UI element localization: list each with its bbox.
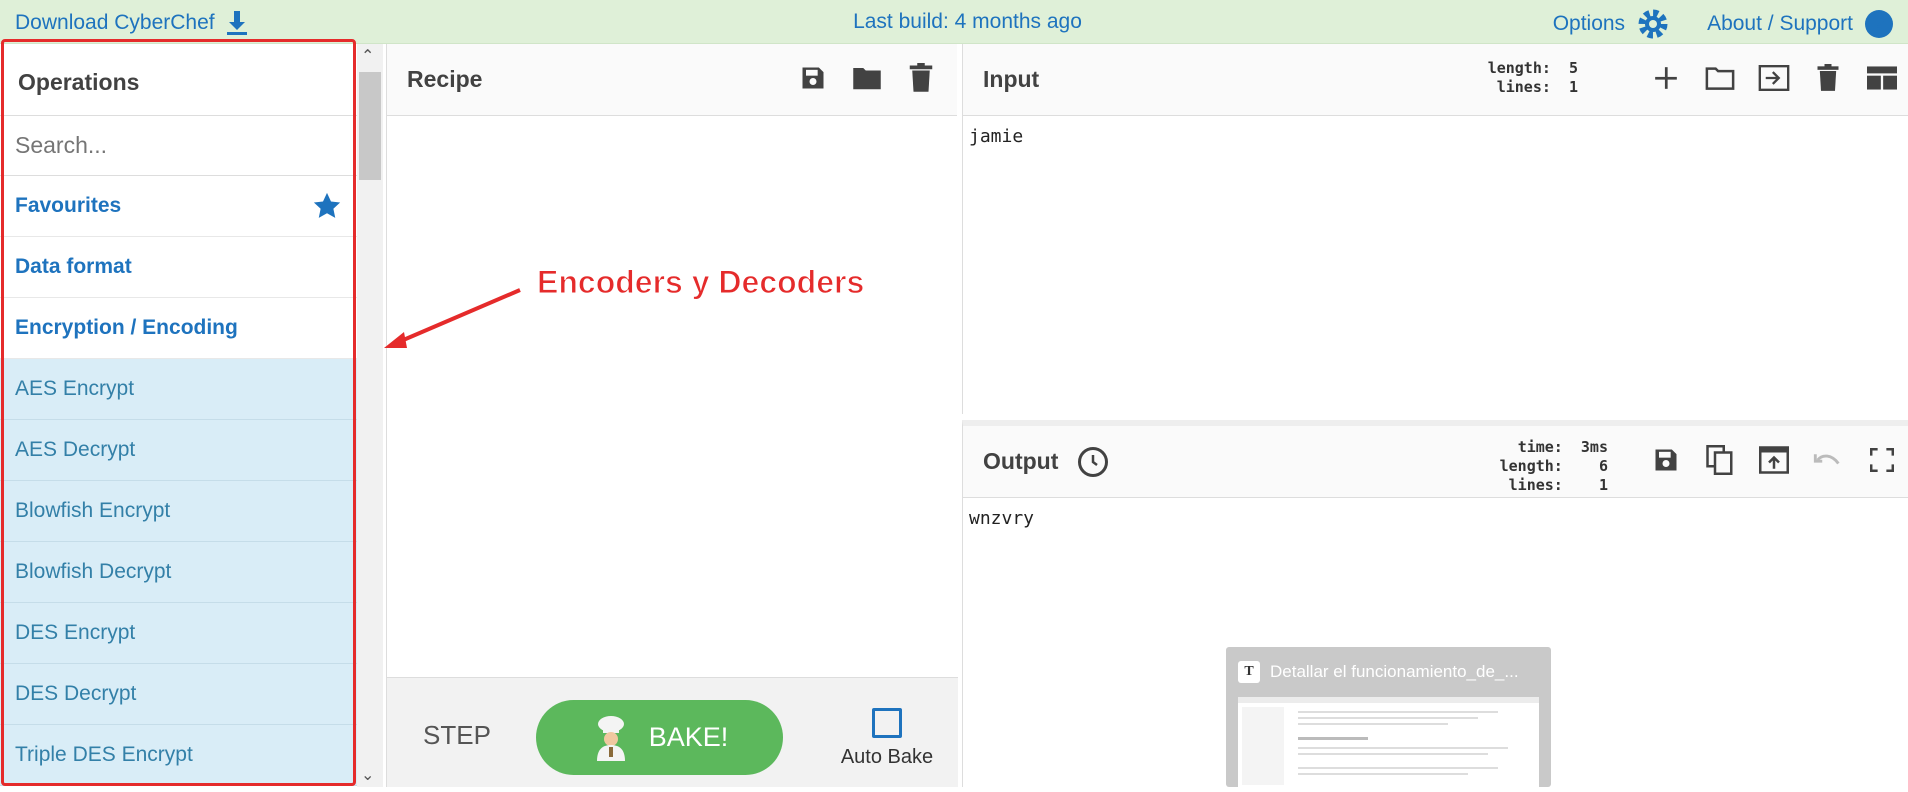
annotation-text: Encoders y Decoders [536, 264, 865, 301]
history-clock-icon[interactable] [1078, 446, 1109, 477]
search-container[interactable] [0, 116, 357, 176]
category-favourites[interactable]: Favourites [0, 176, 357, 237]
last-build-text: Last build: 4 months ago [853, 10, 1082, 33]
operation-label: Blowfish Encrypt [15, 499, 171, 522]
recipe-panel: Recipe STEP BAKE! Auto Bake [386, 44, 958, 787]
star-icon [313, 192, 341, 218]
category-label: Data format [15, 255, 132, 278]
maximize-icon[interactable] [1866, 444, 1898, 476]
search-input[interactable] [15, 132, 315, 159]
input-title: Input [983, 66, 1040, 92]
preview-title: Detallar el funcionamiento_de_... [1270, 662, 1519, 681]
operations-title: Operations [0, 44, 357, 116]
scroll-up-icon[interactable]: ⌃ [361, 46, 374, 66]
operation-item[interactable]: Blowfish Decrypt [0, 542, 357, 603]
time-label: time: [1517, 438, 1563, 456]
auto-bake-label: Auto Bake [840, 746, 934, 768]
taskbar-preview[interactable]: T Detallar el funcionamiento_de_... [1226, 647, 1551, 787]
category-data-format[interactable]: Data format [0, 237, 357, 298]
help-icon[interactable]: ? [1865, 10, 1893, 38]
category-encryption-encoding[interactable]: Encryption / Encoding [0, 298, 357, 359]
lines-label: lines: [1508, 476, 1563, 494]
operation-item[interactable]: Triple DES Encrypt [0, 725, 357, 786]
length-label: length: [1499, 457, 1563, 475]
input-stats: length: 5 lines: 1 [1488, 59, 1578, 97]
preview-image [1238, 697, 1539, 787]
recipe-drop-area[interactable] [387, 116, 957, 722]
trash-icon[interactable] [905, 62, 937, 94]
operation-label: DES Decrypt [15, 682, 137, 705]
auto-bake-checkbox[interactable] [872, 708, 902, 738]
scrollbar-thumb[interactable] [359, 72, 381, 180]
bake-label: BAKE! [648, 722, 729, 752]
recipe-title: Recipe [407, 66, 483, 92]
operations-panel: Operations Favourites Data format Encryp… [0, 44, 357, 787]
operations-scrollbar[interactable]: ⌃ ⌄ [357, 44, 383, 787]
gear-icon[interactable] [1637, 8, 1669, 40]
save-icon[interactable] [1650, 444, 1682, 476]
output-length: 6 [1598, 457, 1608, 475]
about-support-link[interactable]: About / Support [1707, 12, 1853, 36]
operation-item[interactable]: DES Encrypt [0, 603, 357, 664]
typora-icon: T [1238, 661, 1260, 683]
length-label: length: [1487, 59, 1551, 77]
operation-label: DES Encrypt [15, 621, 136, 644]
output-title: Output [983, 448, 1059, 474]
replace-input-icon[interactable] [1758, 444, 1790, 476]
operation-label: Triple DES Encrypt [15, 743, 193, 766]
step-button[interactable]: STEP [423, 720, 491, 751]
auto-bake-toggle[interactable]: Auto Bake [827, 708, 947, 769]
operation-item[interactable]: DES Decrypt [0, 664, 357, 725]
open-folder-icon[interactable] [1704, 62, 1736, 94]
input-length: 5 [1568, 59, 1578, 77]
chef-icon [596, 715, 625, 761]
options-link[interactable]: Options [1553, 12, 1625, 36]
output-lines: 1 [1598, 476, 1608, 494]
bake-button[interactable]: BAKE! [536, 700, 783, 775]
save-icon[interactable] [797, 62, 829, 94]
input-lines: 1 [1568, 78, 1578, 96]
annotation-arrow [384, 288, 521, 348]
folder-icon[interactable] [851, 62, 883, 94]
operation-label: AES Encrypt [15, 377, 135, 400]
lines-label: lines: [1496, 78, 1551, 96]
output-time: 3ms [1580, 438, 1608, 456]
trash-icon[interactable] [1812, 62, 1844, 94]
output-textarea[interactable]: wnzvry [963, 498, 1908, 539]
top-bar: Download CyberChef Last build: 4 months … [0, 0, 1908, 44]
layout-icon[interactable] [1866, 62, 1898, 94]
category-label: Encryption / Encoding [15, 316, 238, 339]
copy-icon[interactable] [1704, 444, 1736, 476]
operation-label: AES Decrypt [15, 438, 136, 461]
category-label: Favourites [15, 194, 122, 217]
scroll-down-icon[interactable]: ⌄ [361, 765, 374, 785]
input-panel: Input length: 5 lines: 1 jamie [962, 44, 1908, 414]
load-file-icon[interactable] [1758, 62, 1790, 94]
operation-item[interactable]: AES Encrypt [0, 359, 357, 420]
operation-item[interactable]: Blowfish Encrypt [0, 481, 357, 542]
add-icon[interactable] [1650, 62, 1682, 94]
operation-item[interactable]: AES Decrypt [0, 420, 357, 481]
bake-controls: STEP BAKE! Auto Bake [387, 677, 958, 787]
input-textarea[interactable]: jamie [963, 116, 1908, 157]
operation-label: Blowfish Decrypt [15, 560, 172, 583]
output-stats: time: 3ms length: 6 lines: 1 [1500, 438, 1608, 495]
undo-icon[interactable] [1812, 444, 1844, 476]
